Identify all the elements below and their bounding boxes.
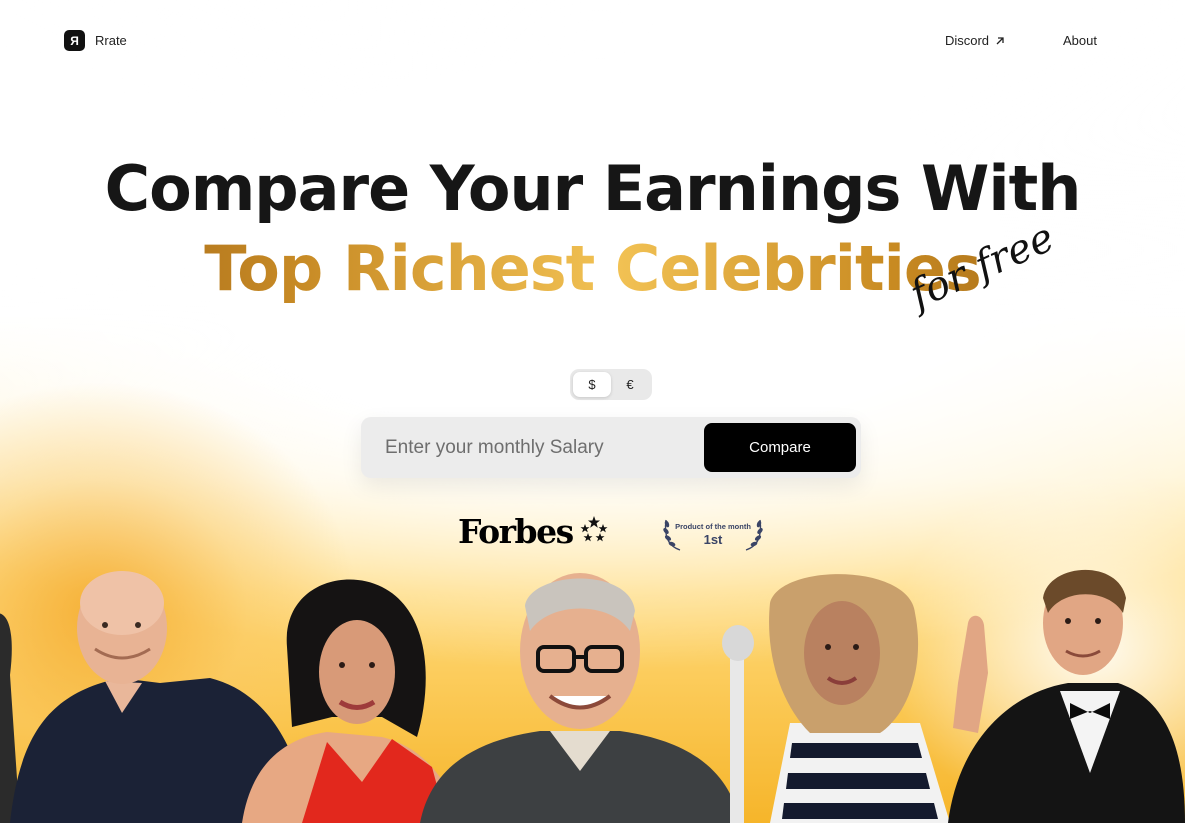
currency-eur-option[interactable]: € <box>611 372 649 397</box>
logo-mark: Я <box>64 30 85 51</box>
nav-about-label: About <box>1063 33 1097 48</box>
celebrity-3 <box>420 561 740 823</box>
top-nav: Discord About <box>945 33 1097 48</box>
for-free-handwritten: for free <box>903 214 1061 319</box>
award-rank: 1st <box>703 531 723 547</box>
laurel-left-icon <box>662 516 684 557</box>
hero-title-line1: Compare Your Earnings With <box>104 152 1082 225</box>
stars-icon <box>579 515 609 548</box>
compare-button[interactable]: Compare <box>704 423 856 472</box>
celebrities-illustration <box>0 555 1185 823</box>
celebrity-5 <box>948 563 1185 823</box>
nav-discord-link[interactable]: Discord <box>945 33 1005 48</box>
salary-form: Compare <box>361 417 861 478</box>
currency-toggle: $ € <box>570 369 652 400</box>
logo[interactable]: Я Rrate <box>64 30 127 51</box>
forbes-badge: Forbes <box>458 512 609 551</box>
logo-text: Rrate <box>95 33 127 48</box>
salary-input[interactable] <box>385 436 704 459</box>
forbes-wordmark: Forbes <box>458 512 574 551</box>
product-of-the-month-badge: Product of the month 1st <box>662 516 764 552</box>
nav-discord-label: Discord <box>944 33 990 48</box>
nav-about-link[interactable]: About <box>1063 33 1097 48</box>
external-arrow-icon <box>995 36 1005 46</box>
laurel-right-icon <box>742 516 764 557</box>
award-title: Product of the month <box>675 521 751 531</box>
currency-usd-option[interactable]: $ <box>573 372 611 397</box>
